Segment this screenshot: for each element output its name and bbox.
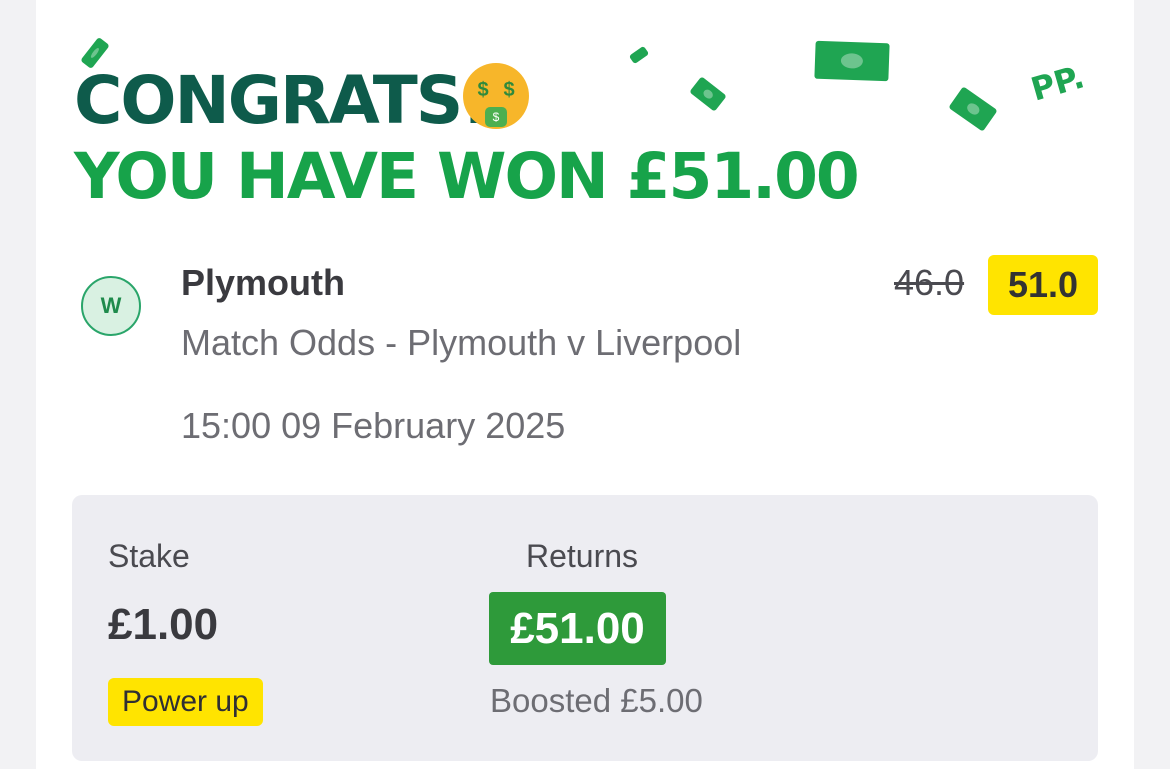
returns-amount: £51.00 xyxy=(489,592,666,665)
market-description: Match Odds - Plymouth v Liverpool xyxy=(181,322,742,363)
banknote-icon xyxy=(814,40,890,82)
boosted-amount-text: Boosted £5.00 xyxy=(490,682,703,719)
money-mouth-emoji-icon: $ $ $ xyxy=(463,63,529,129)
stake-amount: £1.00 xyxy=(108,600,219,649)
original-odds: 46.0 xyxy=(894,262,965,303)
banknote-icon xyxy=(689,76,727,112)
boosted-odds-badge: 51.0 xyxy=(988,255,1098,315)
congrats-heading: CONGRATS! xyxy=(74,62,491,139)
won-status-badge: W xyxy=(81,276,141,336)
win-amount-heading: YOU HAVE WON £51.00 xyxy=(74,140,860,213)
selection-name: Plymouth xyxy=(181,262,346,303)
banknote-icon xyxy=(948,86,998,132)
returns-label: Returns xyxy=(526,538,639,574)
event-datetime: 15:00 09 February 2025 xyxy=(181,405,566,446)
stake-label: Stake xyxy=(108,538,190,574)
power-up-badge: Power up xyxy=(108,678,263,726)
brand-logo: PP. xyxy=(1026,57,1089,109)
bet-receipt-card: CONGRATS! $ $ $ YOU HAVE WON £51.00 PP. … xyxy=(36,0,1134,769)
banknote-icon xyxy=(628,45,650,65)
